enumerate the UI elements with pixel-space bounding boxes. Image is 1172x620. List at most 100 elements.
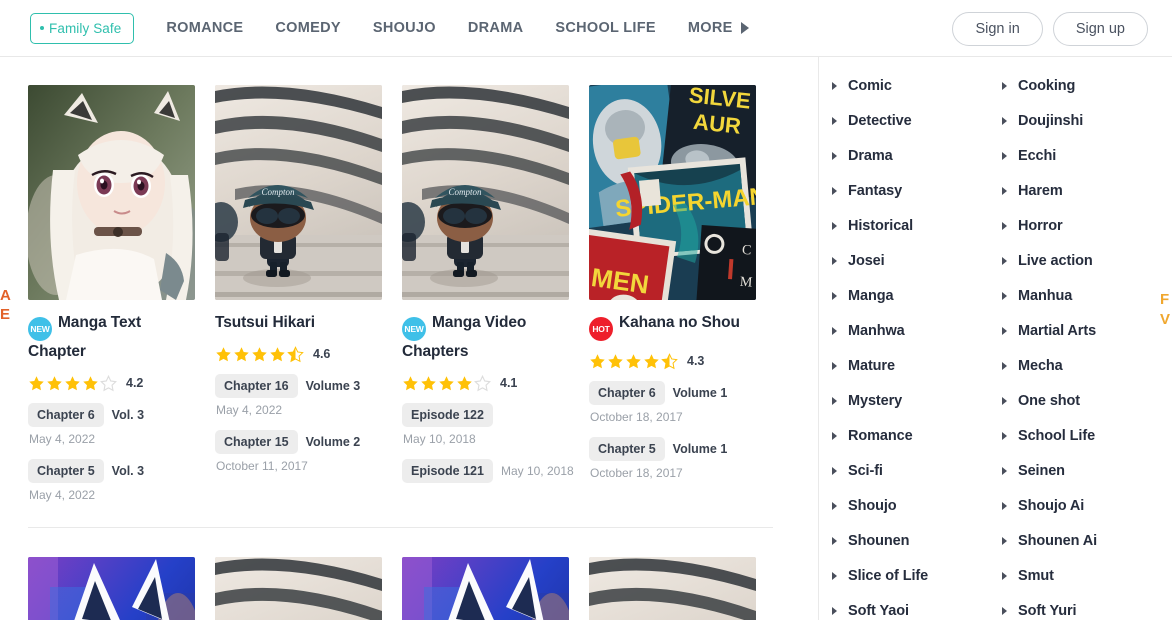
manga-thumbnail[interactable] <box>28 85 195 300</box>
chapter-pill[interactable]: Chapter 5 <box>28 459 104 483</box>
manga-thumbnail[interactable] <box>28 557 195 620</box>
genre-item-harem[interactable]: Harem <box>1002 173 1159 208</box>
sign-in-button[interactable]: Sign in <box>952 12 1043 46</box>
genre-item-sci-fi[interactable]: Sci-fi <box>832 453 989 488</box>
genre-label: Shounen Ai <box>1018 532 1098 549</box>
genre-item-ecchi[interactable]: Ecchi <box>1002 138 1159 173</box>
manga-card <box>402 557 569 620</box>
edge-teaser-left: AE <box>0 287 12 323</box>
chapter-pill[interactable]: Chapter 16 <box>215 374 298 398</box>
nav-item-romance[interactable]: ROMANCE <box>166 20 243 36</box>
chapter-pill[interactable]: Chapter 15 <box>215 430 298 454</box>
genre-item-shoujo-ai[interactable]: Shoujo Ai <box>1002 488 1159 523</box>
genre-item-cooking[interactable]: Cooking <box>1002 68 1159 103</box>
manga-title-text: Kahana no Shou <box>619 314 740 331</box>
chapter-pill[interactable]: Episode 122 <box>402 403 493 427</box>
genre-item-manga[interactable]: Manga <box>832 278 989 313</box>
genre-item-slice-of-life[interactable]: Slice of Life <box>832 558 989 593</box>
genre-item-martial-arts[interactable]: Martial Arts <box>1002 313 1159 348</box>
genre-item-romance[interactable]: Romance <box>832 418 989 453</box>
family-safe-toggle[interactable]: Family Safe <box>30 12 135 44</box>
chapter-pill[interactable]: Episode 121 <box>402 459 493 483</box>
genre-item-horror[interactable]: Horror <box>1002 208 1159 243</box>
volume-label: Volume 1 <box>672 386 728 400</box>
genre-item-seinen[interactable]: Seinen <box>1002 453 1159 488</box>
star-rating-icons <box>589 352 678 370</box>
genre-item-mecha[interactable]: Mecha <box>1002 348 1159 383</box>
chapter-date: May 4, 2022 <box>216 403 283 417</box>
genre-item-soft-yaoi[interactable]: Soft Yaoi <box>832 593 989 620</box>
chevron-right-icon <box>1002 431 1007 440</box>
nav-item-school-life[interactable]: SCHOOL LIFE <box>555 20 656 36</box>
chapter-date: October 11, 2017 <box>216 459 308 473</box>
genre-item-shoujo[interactable]: Shoujo <box>832 488 989 523</box>
rating-value: 4.2 <box>126 376 144 390</box>
genre-item-comic[interactable]: Comic <box>832 68 989 103</box>
genre-item-live-action[interactable]: Live action <box>1002 243 1159 278</box>
chapter-date: October 18, 2017 <box>590 410 683 424</box>
genre-label: Manhua <box>1018 287 1073 304</box>
genre-label: Josei <box>848 252 885 269</box>
sign-up-button[interactable]: Sign up <box>1052 12 1148 46</box>
category-nav: Family Safe ROMANCE COMEDY SHOUJO DRAMA … <box>30 12 749 44</box>
genre-item-historical[interactable]: Historical <box>832 208 989 243</box>
manga-card <box>28 557 195 620</box>
nav-item-comedy[interactable]: COMEDY <box>275 20 340 36</box>
genre-item-shounen[interactable]: Shounen <box>832 523 989 558</box>
genre-item-one-shot[interactable]: One shot <box>1002 383 1159 418</box>
volume-label: Volume 2 <box>305 435 361 449</box>
genre-item-smut[interactable]: Smut <box>1002 558 1159 593</box>
manga-thumbnail[interactable]: Compton <box>589 557 756 620</box>
manga-title[interactable]: HOT Kahana no Shou <box>589 312 756 341</box>
chapter-pill[interactable]: Chapter 5 <box>589 437 665 461</box>
genre-item-manhua[interactable]: Manhua <box>1002 278 1159 313</box>
genre-label: Slice of Life <box>848 567 929 584</box>
genre-dropdown-panel: Comic Detective Drama Fantasy Historical Jose… <box>818 57 1172 620</box>
manga-thumbnail[interactable]: Compton <box>215 85 382 300</box>
genre-item-josei[interactable]: Josei <box>832 243 989 278</box>
genre-label: Historical <box>848 217 914 234</box>
chevron-right-icon <box>1002 291 1007 300</box>
nav-item-drama[interactable]: DRAMA <box>468 20 523 36</box>
genre-item-school-life[interactable]: School Life <box>1002 418 1159 453</box>
genre-label: One shot <box>1018 392 1081 409</box>
svg-text:C: C <box>742 243 752 259</box>
genre-item-mystery[interactable]: Mystery <box>832 383 989 418</box>
genre-label: Cooking <box>1018 77 1076 94</box>
genre-item-manhwa[interactable]: Manhwa <box>832 313 989 348</box>
genre-item-drama[interactable]: Drama <box>832 138 989 173</box>
genre-label: Harem <box>1018 182 1063 199</box>
chevron-right-icon <box>832 326 837 335</box>
genre-label: Martial Arts <box>1018 322 1097 339</box>
genre-label: Detective <box>848 112 912 129</box>
chevron-right-icon <box>832 116 837 125</box>
genre-item-doujinshi[interactable]: Doujinshi <box>1002 103 1159 138</box>
manga-thumbnail[interactable]: Compton <box>402 85 569 300</box>
manga-thumbnail[interactable] <box>402 557 569 620</box>
nav-item-shoujo[interactable]: SHOUJO <box>373 20 436 36</box>
genre-item-mature[interactable]: Mature <box>832 348 989 383</box>
genre-item-shounen-ai[interactable]: Shounen Ai <box>1002 523 1159 558</box>
manga-title[interactable]: NEW Manga Video Chapters <box>402 312 569 363</box>
edge-teaser-right: FV <box>1160 291 1171 328</box>
genre-item-fantasy[interactable]: Fantasy <box>832 173 989 208</box>
chapter-pill[interactable]: Chapter 6 <box>28 403 104 427</box>
genre-label: Soft Yuri <box>1018 602 1077 619</box>
genre-item-soft-yuri[interactable]: Soft Yuri <box>1002 593 1159 620</box>
genre-item-detective[interactable]: Detective <box>832 103 989 138</box>
chevron-right-icon <box>1002 501 1007 510</box>
manga-title[interactable]: NEW Manga Text Chapter <box>28 312 195 363</box>
chevron-right-icon <box>1002 81 1007 90</box>
card-grid: NEW Manga Text Chapter 4.2 Chapter 6 Vol. 3 M… <box>28 85 773 515</box>
manga-thumbnail[interactable]: Compton <box>215 557 382 620</box>
new-badge-icon: NEW <box>402 317 426 341</box>
genre-label: Doujinshi <box>1018 112 1084 129</box>
genre-columns: Comic Detective Drama Fantasy Historical Jose… <box>819 57 1172 620</box>
nav-item-more[interactable]: MORE <box>688 20 749 36</box>
chapter-list: Chapter 16 Volume 3 May 4, 2022 Chapter 15 V… <box>215 374 382 473</box>
manga-title[interactable]: Tsutsui Hikari <box>215 312 382 334</box>
manga-thumbnail[interactable]: SILVE AUR SPIDER-MAN MEN C M <box>589 85 756 300</box>
genre-label: Romance <box>848 427 913 444</box>
dot-icon <box>40 26 44 30</box>
chapter-pill[interactable]: Chapter 6 <box>589 381 665 405</box>
